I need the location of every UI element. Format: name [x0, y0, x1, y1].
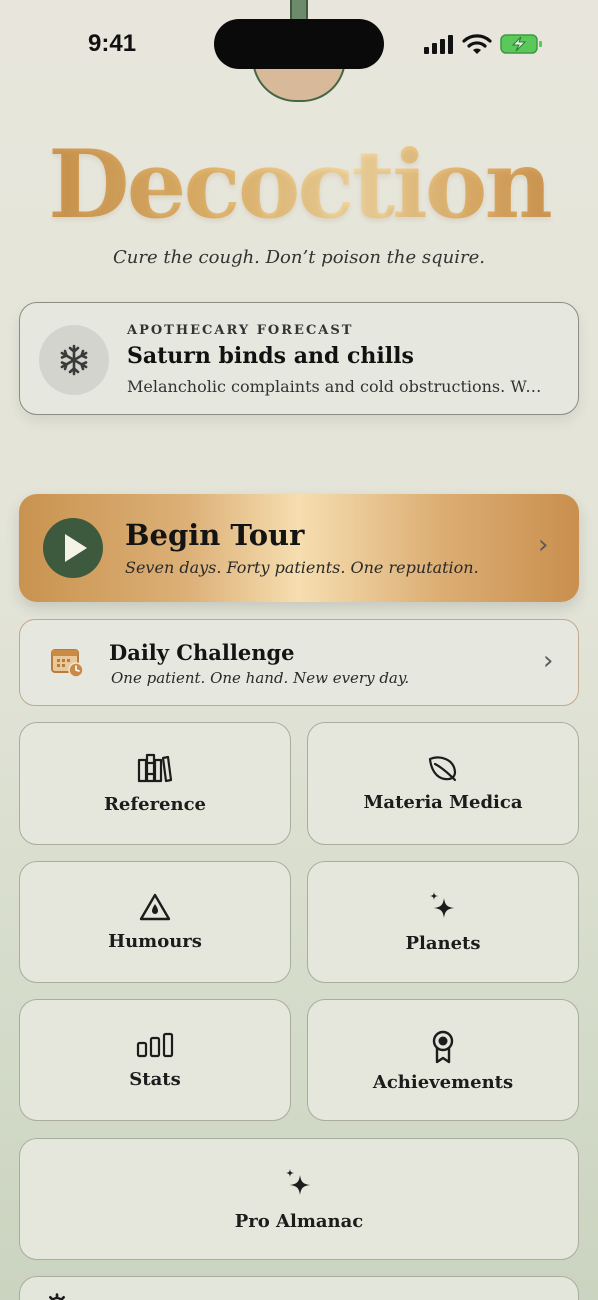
- materia-medica-button[interactable]: Materia Medica: [307, 722, 579, 845]
- dynamic-island: [214, 19, 384, 69]
- begin-tour-button[interactable]: Begin Tour Seven days. Forty patients. O…: [19, 494, 579, 602]
- app-logo: Decoction: [0, 130, 598, 240]
- materia-medica-label: Materia Medica: [363, 792, 523, 813]
- tour-subtitle: Seven days. Forty patients. One reputati…: [125, 558, 479, 577]
- forecast-icon-badge: [39, 325, 109, 395]
- planets-label: Planets: [405, 933, 481, 954]
- achievements-button[interactable]: Achievements: [307, 999, 579, 1121]
- bar-chart-icon: [136, 1032, 174, 1058]
- forecast-card[interactable]: APOTHECARY FORECAST Saturn binds and chi…: [19, 302, 579, 415]
- daily-challenge-subtitle: One patient. One hand. New every day.: [111, 669, 410, 687]
- wifi-icon: [462, 34, 492, 54]
- tour-title: Begin Tour: [125, 518, 305, 552]
- chevron-right-icon: ›: [543, 646, 554, 676]
- drop-triangle-icon: [139, 893, 171, 921]
- award-icon: [432, 1030, 454, 1064]
- pro-almanac-button[interactable]: Pro Almanac: [19, 1138, 579, 1260]
- status-bar: 9:41: [0, 0, 598, 102]
- chevron-right-icon: ›: [538, 530, 549, 560]
- daily-challenge-title: Daily Challenge: [109, 640, 295, 665]
- app-tagline: Cure the cough. Don’t poison the squire.: [113, 247, 485, 268]
- forecast-title: Saturn binds and chills: [127, 343, 414, 369]
- gear-icon: [49, 1293, 66, 1300]
- forecast-description: Melancholic complaints and cold obstruct…: [127, 377, 547, 396]
- settings-button[interactable]: [19, 1276, 579, 1300]
- achievements-label: Achievements: [372, 1072, 514, 1093]
- leaf-icon: [428, 756, 457, 782]
- forecast-kicker: APOTHECARY FORECAST: [127, 323, 354, 338]
- cellular-signal-icon: [424, 34, 454, 54]
- humours-label: Humours: [108, 931, 202, 952]
- stats-label: Stats: [129, 1069, 181, 1090]
- daily-challenge-button[interactable]: Daily Challenge One patient. One hand. N…: [19, 619, 579, 706]
- reference-button[interactable]: Reference: [19, 722, 291, 845]
- pro-almanac-label: Pro Almanac: [234, 1211, 364, 1232]
- sparkles-icon: [286, 1169, 310, 1195]
- stats-button[interactable]: Stats: [19, 999, 291, 1121]
- reference-label: Reference: [103, 794, 207, 815]
- planets-button[interactable]: Planets: [307, 861, 579, 983]
- battery-charging-icon: [500, 34, 542, 54]
- calendar-clock-icon: [51, 649, 84, 678]
- humours-button[interactable]: Humours: [19, 861, 291, 983]
- snowflake-icon: [60, 344, 88, 376]
- books-icon: [137, 753, 173, 783]
- status-time: 9:41: [88, 30, 137, 57]
- play-icon: [43, 518, 103, 578]
- sparkles-icon: [430, 892, 454, 918]
